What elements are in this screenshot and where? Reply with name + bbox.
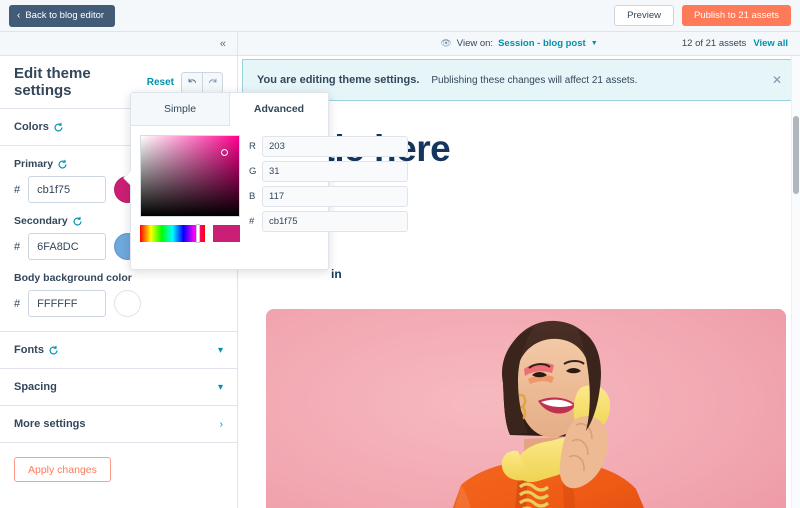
view-on-selector[interactable]: 👁 View on: Session - blog post ▼ (440, 38, 597, 49)
preview-button[interactable]: Preview (614, 5, 674, 26)
close-icon[interactable]: ✕ (772, 73, 782, 87)
tab-simple[interactable]: Simple (131, 93, 230, 126)
undo-arrow-icon (188, 78, 196, 83)
green-channel-label: G (249, 166, 257, 177)
preview-scrollbar-thumb[interactable] (793, 116, 799, 194)
banner-title: You are editing theme settings. (257, 74, 420, 86)
refresh-icon[interactable] (53, 122, 64, 133)
section-fonts-label: Fonts (14, 344, 44, 356)
red-channel-row: R (249, 136, 408, 157)
top-toolbar-actions: Preview Publish to 21 assets (614, 5, 791, 26)
page-title: Edit theme settings (14, 65, 91, 99)
refresh-icon[interactable] (57, 159, 68, 170)
apply-changes-button[interactable]: Apply changes (14, 457, 111, 482)
refresh-icon[interactable] (72, 216, 83, 227)
section-spacing-label: Spacing (14, 381, 57, 393)
preview-context-bar: 👁 View on: Session - blog post ▼ 12 of 2… (238, 32, 800, 55)
linkedin-share-icon[interactable]: in (331, 267, 342, 281)
rgb-inputs-column: R G B # (249, 135, 408, 242)
secondary-hex-input[interactable] (28, 233, 107, 260)
chevron-down-icon[interactable]: ▾ (218, 382, 223, 393)
section-header-more-settings[interactable]: More settings › (0, 406, 237, 443)
refresh-icon[interactable] (48, 345, 59, 356)
undo-button[interactable] (181, 71, 202, 93)
section-colors-label-group: Colors (14, 121, 64, 133)
red-channel-label: R (249, 141, 256, 152)
body-background-hex-input[interactable] (28, 290, 107, 317)
chevron-right-icon[interactable]: › (220, 419, 223, 430)
body-background-color-row: # (14, 290, 223, 317)
double-chevron-left-icon[interactable]: « (220, 38, 226, 50)
color-picker-popover: Simple Advanced R G B (124, 92, 408, 270)
redo-arrow-icon (208, 78, 217, 83)
tab-advanced[interactable]: Advanced (230, 93, 328, 126)
view-on-label: View on: (456, 38, 494, 49)
red-channel-input[interactable] (262, 136, 408, 157)
body-background-color-swatch[interactable] (114, 290, 142, 317)
color-picker-tabs: Simple Advanced (131, 93, 328, 126)
hue-slider-handle[interactable] (196, 224, 200, 243)
hash-symbol: # (14, 183, 21, 196)
chevron-left-icon: ‹ (17, 9, 21, 21)
sidebar-header-actions: Reset (147, 71, 223, 93)
reset-link[interactable]: Reset (147, 77, 174, 88)
hero-image (266, 309, 786, 508)
current-color-preview (213, 225, 240, 242)
saturation-value-square[interactable] (140, 135, 240, 217)
body-background-color-field: Body background color # (14, 272, 223, 317)
color-picker-body: R G B # (131, 126, 408, 251)
section-header-spacing[interactable]: Spacing ▾ (0, 369, 237, 406)
hex-channel-input[interactable] (262, 211, 408, 232)
section-fonts-label-group: Fonts (14, 344, 59, 356)
sidebar-collapse-bar: « (0, 32, 238, 55)
section-header-fonts[interactable]: Fonts ▾ (0, 332, 237, 369)
redo-button[interactable] (202, 71, 223, 93)
section-more-settings-label: More settings (14, 418, 86, 430)
caret-down-icon[interactable]: ▼ (591, 40, 598, 47)
green-channel-input[interactable] (262, 161, 408, 182)
undo-redo-group (181, 71, 223, 93)
back-to-blog-editor-button[interactable]: ‹ Back to blog editor (9, 4, 116, 27)
view-all-link[interactable]: View all (753, 38, 788, 49)
hex-channel-row: # (249, 211, 408, 232)
saturation-handle[interactable] (221, 149, 228, 156)
eye-icon: 👁 (440, 38, 452, 48)
body-background-color-label: Body background color (14, 272, 132, 284)
smiling-woman-with-yellow-telephone-photo (266, 309, 786, 508)
chevron-down-icon[interactable]: ▾ (218, 345, 223, 356)
hex-label: # (249, 216, 255, 227)
publish-button[interactable]: Publish to 21 assets (681, 5, 791, 26)
primary-hex-input[interactable] (28, 176, 107, 203)
top-toolbar: ‹ Back to blog editor Preview Publish to… (0, 0, 800, 32)
view-on-value[interactable]: Session - blog post (498, 38, 586, 49)
assets-info: 12 of 21 assets View all (682, 38, 788, 49)
sub-toolbar: « 👁 View on: Session - blog post ▼ 12 of… (0, 32, 800, 56)
hash-symbol: # (14, 297, 21, 310)
hash-symbol: # (14, 240, 21, 253)
blue-channel-input[interactable] (262, 186, 408, 207)
assets-count-label: 12 of 21 assets (681, 38, 747, 49)
secondary-color-label: Secondary (14, 215, 68, 227)
saturation-column (140, 135, 240, 243)
banner-message: Publishing these changes will affect 21 … (431, 74, 638, 86)
back-button-label: Back to blog editor (25, 10, 105, 21)
apply-changes-wrap: Apply changes (0, 443, 237, 496)
preview-scrollbar-track[interactable] (791, 56, 800, 508)
section-colors-label: Colors (14, 121, 49, 133)
primary-color-label: Primary (14, 158, 54, 170)
blue-channel-label: B (249, 191, 256, 202)
popover-arrow (124, 171, 131, 185)
green-channel-row: G (249, 161, 408, 182)
blue-channel-row: B (249, 186, 408, 207)
hue-and-preview-row (140, 224, 240, 243)
hue-slider[interactable] (140, 224, 205, 243)
